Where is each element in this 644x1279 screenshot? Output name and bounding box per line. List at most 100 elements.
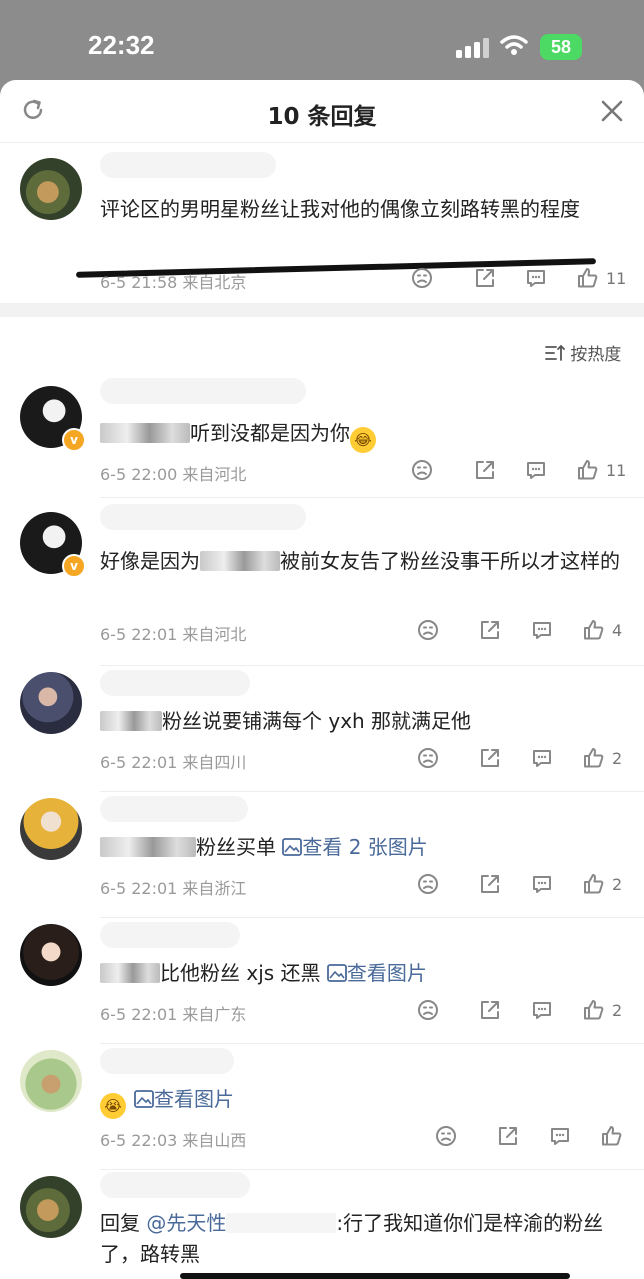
redacted-name <box>100 963 160 983</box>
reply-time-location: 6-5 22:01 来自浙江 <box>100 879 247 898</box>
reply-text: 😭 查看图片 <box>100 1084 620 1119</box>
comment-icon[interactable] <box>548 1124 572 1148</box>
verified-badge-icon: v <box>62 428 86 452</box>
username-redacted[interactable] <box>100 670 250 696</box>
reply-time-location: 6-5 22:00 来自河北 <box>100 465 247 484</box>
username-redacted[interactable] <box>100 1048 234 1074</box>
status-bar: 22:32 58 <box>0 0 644 80</box>
like-icon[interactable] <box>582 618 606 642</box>
comment-text: 评论区的男明星粉丝让我对他的偶像立刻路转黑的程度 <box>100 197 580 221</box>
sheet-title: 10 条回复 <box>267 104 377 130</box>
username-redacted[interactable] <box>100 504 306 530</box>
replies-sheet: 10 条回复 评论区的男明星粉丝让我对他的偶像立刻路转黑的程度 6-5 21:5… <box>0 80 644 1279</box>
reply-time-location: 6-5 22:01 来自河北 <box>100 625 247 644</box>
reply-item: 😭 查看图片 6-5 22:03 来自山西 <box>0 1044 644 1170</box>
avatar[interactable] <box>20 1050 82 1112</box>
like-icon[interactable] <box>582 746 606 770</box>
share-icon[interactable] <box>478 618 502 642</box>
reply-text: 回复 @先天性:行了我知道你们是梓渝的粉丝了，路转黑 <box>100 1211 604 1266</box>
redacted-name <box>100 837 196 857</box>
reply-item: 粉丝买单 查看 2 张图片 6-5 22:01 来自浙江 2 <box>0 792 644 918</box>
redacted-name <box>100 423 190 443</box>
crying-emoji-icon: 😭 <box>100 1093 126 1119</box>
avatar[interactable] <box>20 158 82 220</box>
reply-item: 比他粉丝 xjs 还黑 查看图片 6-5 22:01 来自广东 2 <box>0 918 644 1044</box>
share-icon[interactable] <box>473 266 497 290</box>
reply-meta: 6-5 22:01 来自广东 2 <box>100 998 624 1024</box>
dislike-icon[interactable] <box>416 872 440 896</box>
comment-icon[interactable] <box>530 998 554 1022</box>
reply-text: 粉丝买单 查看 2 张图片 <box>100 832 620 863</box>
reply-meta: 6-5 22:03 来自山西 <box>100 1124 624 1150</box>
comment-icon[interactable] <box>524 458 548 482</box>
section-divider <box>0 303 644 317</box>
status-time: 22:32 <box>88 30 155 60</box>
comment-meta: 6-5 21:58 来自北京 11 <box>100 266 627 292</box>
like-count: 2 <box>612 1001 623 1020</box>
like-count: 11 <box>606 269 627 288</box>
share-icon[interactable] <box>496 1124 520 1148</box>
reply-text: 粉丝说要铺满每个 yxh 那就满足他 <box>100 706 620 737</box>
sheet-header: 10 条回复 <box>0 80 644 143</box>
dislike-icon[interactable] <box>410 266 434 290</box>
pen-underline <box>180 1273 570 1279</box>
like-count: 4 <box>612 621 623 640</box>
image-icon <box>326 964 347 982</box>
avatar[interactable] <box>20 798 82 860</box>
reply-meta: 6-5 22:01 来自四川 2 <box>100 746 624 772</box>
share-icon[interactable] <box>478 872 502 896</box>
comment-time-location: 6-5 21:58 来自北京 <box>100 273 247 292</box>
view-images-link[interactable]: 查看图片 <box>134 1087 234 1111</box>
image-icon <box>282 838 303 856</box>
username-redacted[interactable] <box>100 922 240 948</box>
share-icon[interactable] <box>478 998 502 1022</box>
like-icon[interactable] <box>576 458 600 482</box>
comment-icon[interactable] <box>524 266 548 290</box>
like-icon[interactable] <box>582 998 606 1022</box>
share-icon[interactable] <box>473 458 497 482</box>
username-redacted[interactable] <box>100 152 276 178</box>
share-icon[interactable] <box>478 746 502 770</box>
dislike-icon[interactable] <box>416 746 440 770</box>
like-icon[interactable] <box>582 872 606 896</box>
signal-icon <box>456 38 489 58</box>
reply-text: 好像是因为 被前女友告了粉丝没事干所以才这样的 <box>100 549 620 573</box>
like-count: 2 <box>612 749 623 768</box>
reply-time-location: 6-5 22:01 来自四川 <box>100 753 247 772</box>
like-icon[interactable] <box>576 266 600 290</box>
comment-icon[interactable] <box>530 872 554 896</box>
like-count: 2 <box>612 875 623 894</box>
view-images-link[interactable]: 查看 2 张图片 <box>282 835 428 859</box>
battery-indicator: 58 <box>540 34 582 60</box>
laugh-emoji-icon: 😂 <box>350 427 376 453</box>
reply-item: 粉丝说要铺满每个 yxh 那就满足他 6-5 22:01 来自四川 2 <box>0 666 644 792</box>
image-icon <box>134 1090 154 1108</box>
comment-icon[interactable] <box>530 746 554 770</box>
like-count: 11 <box>606 461 627 480</box>
view-images-link[interactable]: 查看图片 <box>326 961 427 985</box>
username-redacted[interactable] <box>100 796 248 822</box>
reply-text: 比他粉丝 xjs 还黑 查看图片 <box>100 958 620 989</box>
reply-item: v 好像是因为 被前女友告了粉丝没事干所以才这样的 6-5 22:01 来自河北 … <box>0 498 644 666</box>
dislike-icon[interactable] <box>434 1124 458 1148</box>
avatar[interactable] <box>20 672 82 734</box>
avatar[interactable] <box>20 1176 82 1238</box>
reply-meta: 6-5 22:01 来自河北 4 <box>100 618 624 644</box>
like-icon[interactable] <box>600 1124 624 1148</box>
username-redacted[interactable] <box>100 1172 250 1198</box>
verified-badge-icon: v <box>62 554 86 578</box>
sort-label: 按热度 <box>570 345 622 365</box>
username-redacted[interactable] <box>100 378 306 404</box>
dislike-icon[interactable] <box>416 618 440 642</box>
reply-meta: 6-5 22:01 来自浙江 2 <box>100 872 624 898</box>
sort-button[interactable]: 按热度 <box>545 340 621 365</box>
reply-time-location: 6-5 22:03 来自山西 <box>100 1131 247 1150</box>
close-icon[interactable] <box>600 99 624 123</box>
mention-link[interactable]: @先天性 <box>146 1211 226 1235</box>
dislike-icon[interactable] <box>416 998 440 1022</box>
comment-icon[interactable] <box>530 618 554 642</box>
reply-text: 听到没都是因为你 😂 <box>100 418 620 453</box>
avatar[interactable] <box>20 924 82 986</box>
dislike-icon[interactable] <box>410 458 434 482</box>
main-comment: 评论区的男明星粉丝让我对他的偶像立刻路转黑的程度 6-5 21:58 来自北京 … <box>0 142 644 302</box>
